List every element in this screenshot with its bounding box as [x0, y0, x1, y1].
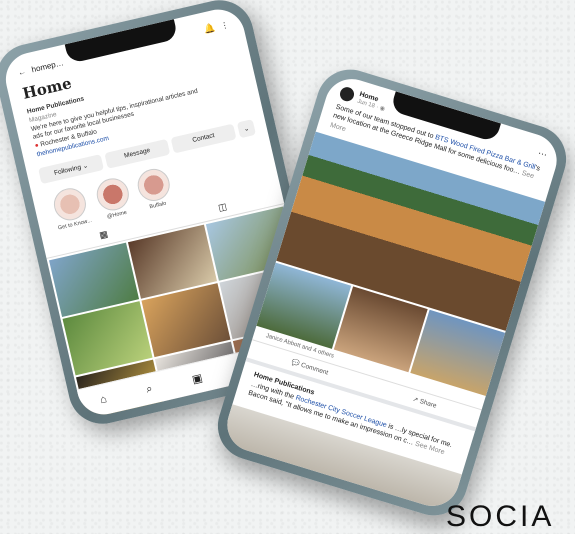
highlight-thumb [93, 174, 132, 214]
tagged-icon[interactable]: ◫ [217, 201, 228, 214]
highlight-item[interactable]: Buffalo [134, 165, 174, 211]
comment-icon: 💬 [290, 359, 301, 369]
pin-icon: ● [34, 141, 40, 150]
search-icon[interactable]: ⌕ [145, 382, 154, 396]
more-icon[interactable]: ⋮ [220, 20, 230, 31]
highlight-item[interactable]: Get to Know... [50, 184, 92, 231]
share-button[interactable]: ↗ Share [412, 395, 438, 410]
avatar[interactable] [338, 85, 356, 103]
home-icon[interactable]: ⌂ [99, 393, 108, 406]
reels-icon[interactable]: ▣ [191, 371, 204, 386]
highlight-thumb [134, 165, 173, 204]
back-arrow-icon[interactable]: ← [17, 66, 27, 77]
more-icon[interactable]: ⋯ [537, 147, 549, 160]
grid-icon[interactable]: ▦ [98, 228, 109, 241]
highlight-thumb [50, 184, 90, 224]
comment-button[interactable]: 💬 Comment [290, 358, 329, 377]
tagline-text: SOCIA [446, 500, 555, 533]
bell-icon[interactable]: 🔔 [203, 22, 216, 35]
highlight-item[interactable]: @Home [93, 174, 133, 221]
